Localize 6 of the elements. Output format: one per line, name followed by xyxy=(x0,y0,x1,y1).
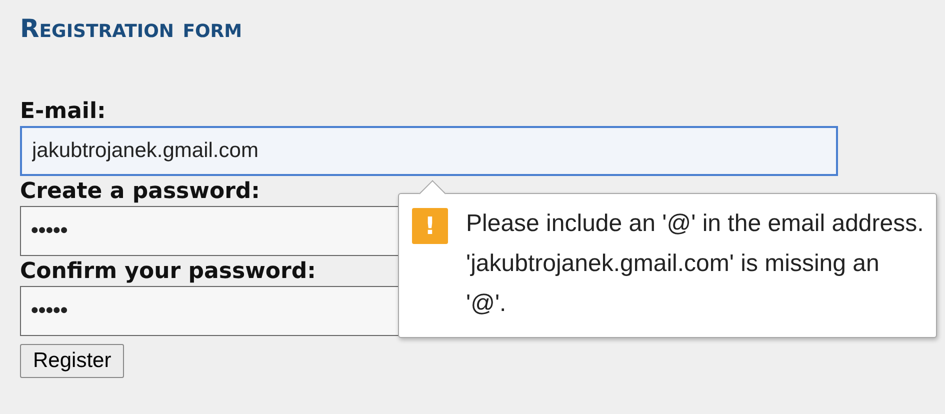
field-label: Create a password: xyxy=(20,178,260,206)
register-button[interactable]: Register xyxy=(20,344,124,378)
field-label: E-mail: xyxy=(20,98,106,126)
field-label: Confirm your password: xyxy=(20,258,316,286)
warning-icon: ! xyxy=(412,208,448,244)
form-title: Registration form xyxy=(20,14,244,44)
